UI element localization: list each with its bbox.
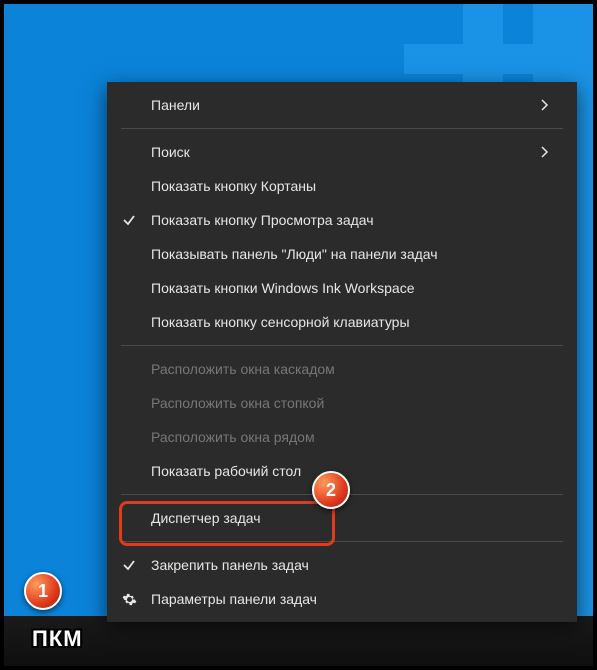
menu-item: Расположить окна каскадом: [107, 352, 577, 386]
menu-item[interactable]: Показывать панель "Люди" на панели задач: [107, 237, 577, 271]
menu-item[interactable]: Показать кнопку Просмотра задач: [107, 203, 577, 237]
menu-item[interactable]: Поиск: [107, 135, 577, 169]
menu-item-label: Диспетчер задач: [151, 510, 561, 526]
menu-item-label: Поиск: [151, 144, 541, 160]
menu-separator: [121, 541, 563, 542]
menu-item-label: Показать кнопку сенсорной клавиатуры: [151, 314, 561, 330]
menu-item[interactable]: Показать кнопки Windows Ink Workspace: [107, 271, 577, 305]
chevron-right-icon: [541, 99, 561, 111]
taskbar-context-menu: Панели Поиск Показать кнопку Кортаны Показа…: [107, 82, 577, 622]
annotation-badge-2-number: 2: [326, 480, 336, 501]
chevron-right-icon: [541, 146, 561, 158]
menu-item-label: Показать кнопку Кортаны: [151, 178, 561, 194]
menu-item-label: Показать кнопки Windows Ink Workspace: [151, 280, 561, 296]
wallpaper-stripe: [404, 44, 593, 74]
annotation-badge-2: 2: [312, 471, 350, 509]
menu-item-label: Расположить окна рядом: [151, 429, 561, 445]
menu-item-label: Показывать панель "Люди" на панели задач: [151, 246, 561, 262]
menu-item-label: Расположить окна каскадом: [151, 361, 561, 377]
menu-item[interactable]: Панели: [107, 88, 577, 122]
menu-separator: [121, 128, 563, 129]
annotation-badge-1-number: 1: [38, 581, 48, 602]
annotation-caption-1: ПКМ: [32, 626, 83, 652]
screenshot-frame: Панели Поиск Показать кнопку Кортаны Показа…: [0, 0, 597, 670]
menu-item-label: Показать кнопку Просмотра задач: [151, 212, 561, 228]
menu-item[interactable]: Показать кнопку Кортаны: [107, 169, 577, 203]
taskbar[interactable]: [4, 616, 593, 666]
menu-item: Расположить окна рядом: [107, 420, 577, 454]
menu-item-label: Показать рабочий стол: [151, 463, 561, 479]
menu-item-label: Расположить окна стопкой: [151, 395, 561, 411]
menu-item-label: Параметры панели задач: [151, 591, 561, 607]
menu-item[interactable]: Закрепить панель задач: [107, 548, 577, 582]
annotation-badge-1: 1: [24, 572, 62, 610]
menu-separator: [121, 345, 563, 346]
check-icon: [107, 558, 151, 572]
menu-item: Расположить окна стопкой: [107, 386, 577, 420]
menu-item-label: Панели: [151, 97, 541, 113]
menu-item[interactable]: Диспетчер задач: [107, 501, 577, 535]
gear-icon: [107, 592, 151, 607]
menu-item[interactable]: Параметры панели задач: [107, 582, 577, 616]
menu-item-label: Закрепить панель задач: [151, 557, 561, 573]
menu-item[interactable]: Показать кнопку сенсорной клавиатуры: [107, 305, 577, 339]
check-icon: [107, 213, 151, 227]
